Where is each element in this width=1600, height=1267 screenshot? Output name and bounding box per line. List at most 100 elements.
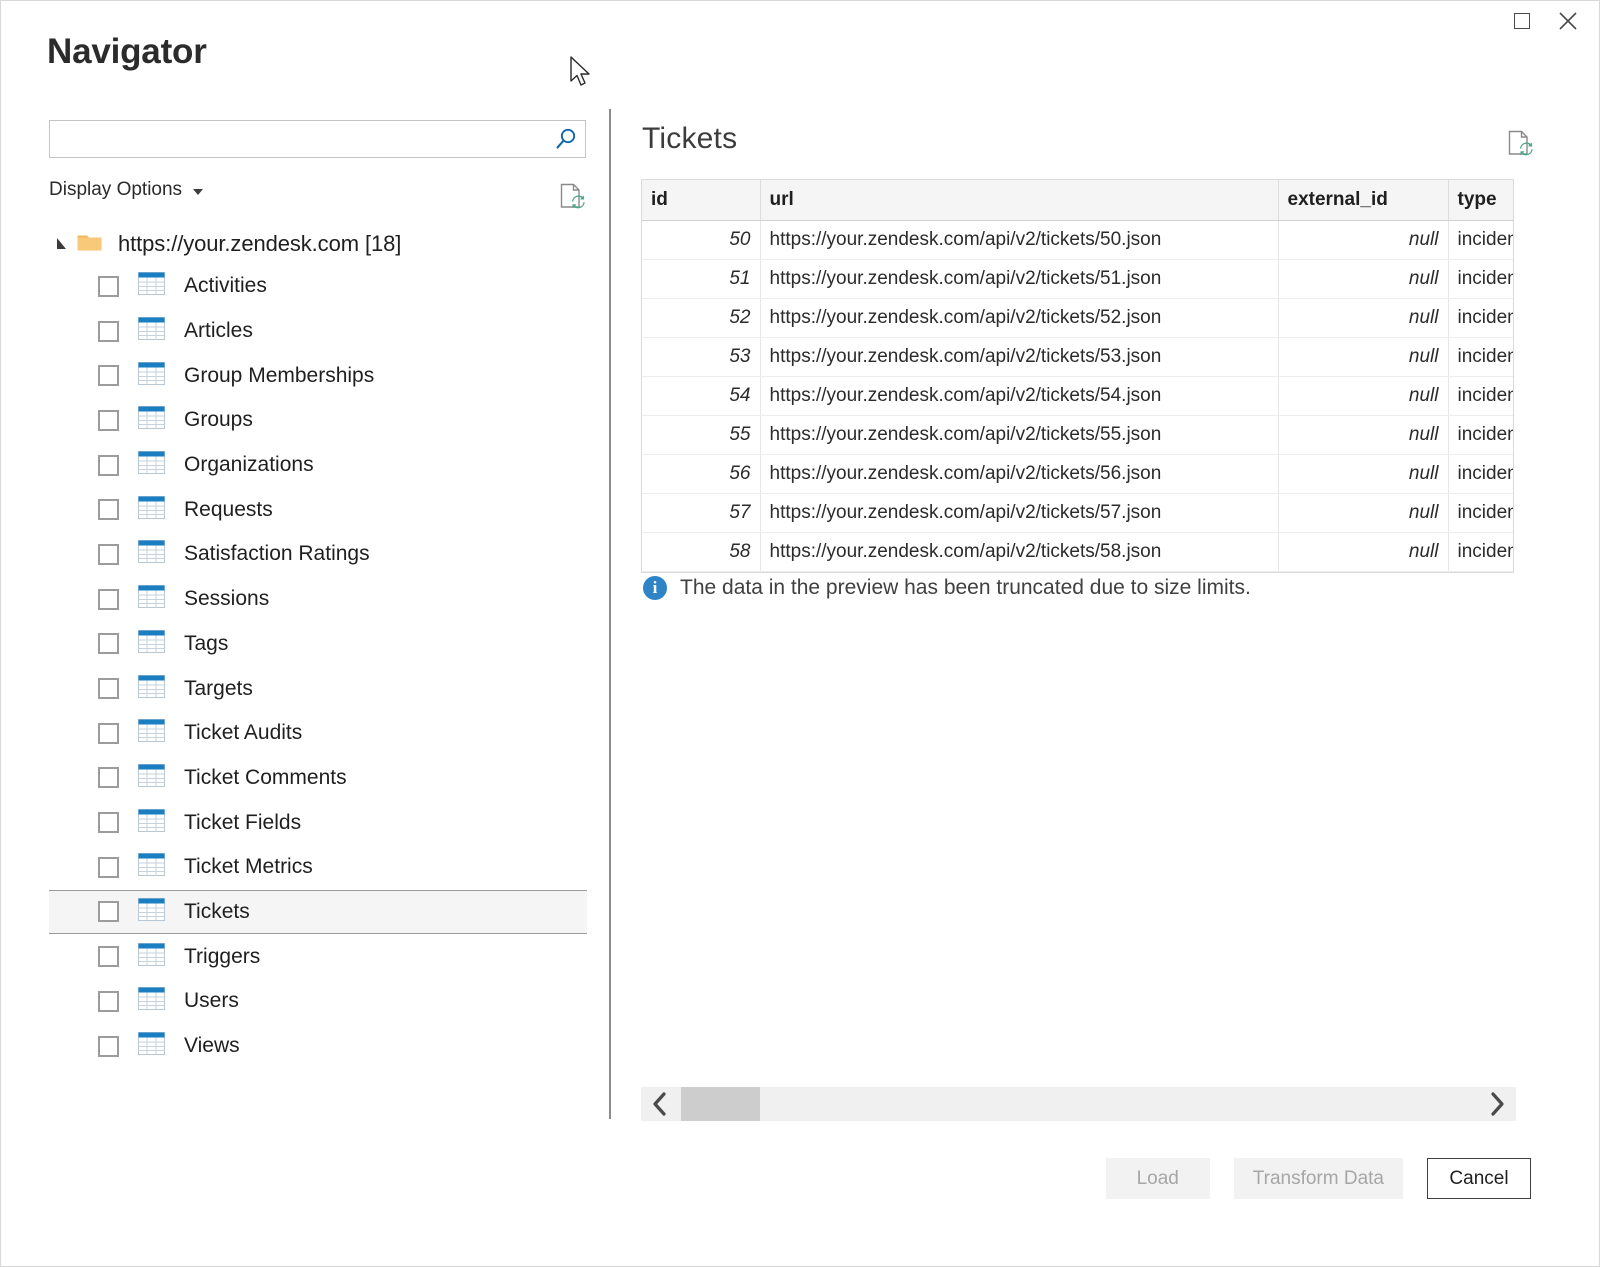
preview-title: Tickets bbox=[642, 122, 737, 156]
tree-item-checkbox[interactable] bbox=[98, 365, 119, 386]
display-options-dropdown[interactable]: Display Options bbox=[49, 179, 203, 201]
table-icon bbox=[138, 809, 165, 837]
table-icon bbox=[138, 719, 165, 747]
scrollbar-thumb[interactable] bbox=[681, 1087, 760, 1121]
tree-item-ticket-fields[interactable]: Ticket Fields bbox=[49, 800, 587, 845]
tree-item-tickets[interactable]: Tickets bbox=[49, 890, 587, 935]
cell-id: 55 bbox=[642, 416, 760, 455]
display-options-row: Display Options bbox=[49, 179, 586, 213]
tree-item-checkbox[interactable] bbox=[98, 276, 119, 297]
tree-item-checkbox[interactable] bbox=[98, 589, 119, 610]
tree-item-requests[interactable]: Requests bbox=[49, 487, 587, 532]
table-icon bbox=[138, 943, 165, 971]
table-row[interactable]: 50https://your.zendesk.com/api/v2/ticket… bbox=[642, 221, 1514, 260]
transform-data-button[interactable]: Transform Data bbox=[1234, 1158, 1403, 1199]
search-icon[interactable] bbox=[547, 121, 585, 157]
column-header-type[interactable]: type bbox=[1448, 180, 1514, 221]
search-input[interactable] bbox=[50, 121, 547, 157]
tree-item-checkbox[interactable] bbox=[98, 857, 119, 878]
table-row[interactable]: 58https://your.zendesk.com/api/v2/ticket… bbox=[642, 533, 1514, 572]
tree-item-triggers[interactable]: Triggers bbox=[49, 934, 587, 979]
column-header-url[interactable]: url bbox=[760, 180, 1278, 221]
cell-external_id: null bbox=[1278, 338, 1448, 377]
window-controls bbox=[1499, 1, 1591, 41]
load-button[interactable]: Load bbox=[1106, 1158, 1210, 1199]
tree-item-sessions[interactable]: Sessions bbox=[49, 577, 587, 622]
source-tree: https://your.zendesk.com [18] Activities… bbox=[49, 224, 587, 1121]
tree-item-checkbox[interactable] bbox=[98, 455, 119, 476]
tree-item-activities[interactable]: Activities bbox=[49, 264, 587, 309]
tree-item-label: Ticket Metrics bbox=[184, 855, 313, 879]
expander-triangle-icon[interactable] bbox=[54, 236, 76, 252]
table-icon bbox=[138, 898, 165, 926]
refresh-document-icon-left[interactable] bbox=[556, 181, 586, 218]
table-row[interactable]: 51https://your.zendesk.com/api/v2/ticket… bbox=[642, 260, 1514, 299]
search-box[interactable] bbox=[49, 120, 586, 158]
cell-url: https://your.zendesk.com/api/v2/tickets/… bbox=[760, 338, 1278, 377]
page-title: Navigator bbox=[47, 32, 207, 72]
chevron-right-icon[interactable] bbox=[1476, 1087, 1516, 1121]
table-row[interactable]: 52https://your.zendesk.com/api/v2/ticket… bbox=[642, 299, 1514, 338]
cell-url: https://your.zendesk.com/api/v2/tickets/… bbox=[760, 299, 1278, 338]
tree-item-label: Satisfaction Ratings bbox=[184, 542, 370, 566]
tree-item-ticket-comments[interactable]: Ticket Comments bbox=[49, 756, 587, 801]
tree-item-targets[interactable]: Targets bbox=[49, 666, 587, 711]
tree-item-label: Users bbox=[184, 989, 239, 1013]
tree-item-label: Activities bbox=[184, 274, 267, 298]
tree-item-checkbox[interactable] bbox=[98, 901, 119, 922]
tree-item-checkbox[interactable] bbox=[98, 544, 119, 565]
tree-item-checkbox[interactable] bbox=[98, 410, 119, 431]
tree-item-checkbox[interactable] bbox=[98, 723, 119, 744]
column-header-external_id[interactable]: external_id bbox=[1278, 180, 1448, 221]
tree-item-checkbox[interactable] bbox=[98, 678, 119, 699]
tree-item-views[interactable]: Views bbox=[49, 1024, 587, 1069]
cell-url: https://your.zendesk.com/api/v2/tickets/… bbox=[760, 416, 1278, 455]
table-row[interactable]: 57https://your.zendesk.com/api/v2/ticket… bbox=[642, 494, 1514, 533]
footer-button-row: Load Transform Data Cancel bbox=[1106, 1158, 1531, 1199]
tree-item-checkbox[interactable] bbox=[98, 1036, 119, 1057]
tree-item-ticket-audits[interactable]: Ticket Audits bbox=[49, 711, 587, 756]
table-icon bbox=[138, 406, 165, 434]
tree-item-articles[interactable]: Articles bbox=[49, 309, 587, 354]
tree-item-checkbox[interactable] bbox=[98, 633, 119, 654]
table-body: 50https://your.zendesk.com/api/v2/ticket… bbox=[642, 221, 1514, 572]
tree-item-tags[interactable]: Tags bbox=[49, 622, 587, 667]
tree-item-groups[interactable]: Groups bbox=[49, 398, 587, 443]
table-row[interactable]: 53https://your.zendesk.com/api/v2/ticket… bbox=[642, 338, 1514, 377]
horizontal-scrollbar[interactable] bbox=[641, 1087, 1516, 1121]
tree-item-group-memberships[interactable]: Group Memberships bbox=[49, 353, 587, 398]
truncation-info-text: The data in the preview has been truncat… bbox=[680, 576, 1251, 600]
tree-item-checkbox[interactable] bbox=[98, 991, 119, 1012]
tree-item-ticket-metrics[interactable]: Ticket Metrics bbox=[49, 845, 587, 890]
cancel-button[interactable]: Cancel bbox=[1427, 1158, 1531, 1199]
tree-item-checkbox[interactable] bbox=[98, 812, 119, 833]
tree-item-satisfaction-ratings[interactable]: Satisfaction Ratings bbox=[49, 532, 587, 577]
cell-url: https://your.zendesk.com/api/v2/tickets/… bbox=[760, 260, 1278, 299]
maximize-button[interactable] bbox=[1499, 4, 1545, 38]
scrollbar-track[interactable] bbox=[681, 1087, 1476, 1121]
column-header-id[interactable]: id bbox=[642, 180, 760, 221]
left-pane: Display Options bbox=[1, 106, 609, 1121]
tree-item-label: Targets bbox=[184, 677, 253, 701]
pane-divider bbox=[609, 109, 611, 1119]
cell-url: https://your.zendesk.com/api/v2/tickets/… bbox=[760, 377, 1278, 416]
tree-item-users[interactable]: Users bbox=[49, 979, 587, 1024]
tree-item-checkbox[interactable] bbox=[98, 946, 119, 967]
table-row[interactable]: 54https://your.zendesk.com/api/v2/ticket… bbox=[642, 377, 1514, 416]
close-button[interactable] bbox=[1545, 4, 1591, 38]
tree-root-node[interactable]: https://your.zendesk.com [18] bbox=[49, 224, 587, 264]
chevron-left-icon[interactable] bbox=[641, 1087, 681, 1121]
tree-item-checkbox[interactable] bbox=[98, 499, 119, 520]
refresh-document-icon-preview[interactable] bbox=[1504, 128, 1534, 165]
tree-item-organizations[interactable]: Organizations bbox=[49, 443, 587, 488]
tree-item-checkbox[interactable] bbox=[98, 767, 119, 788]
tree-item-label: Ticket Audits bbox=[184, 721, 302, 745]
table-row[interactable]: 55https://your.zendesk.com/api/v2/ticket… bbox=[642, 416, 1514, 455]
cell-url: https://your.zendesk.com/api/v2/tickets/… bbox=[760, 455, 1278, 494]
tree-item-label: Ticket Comments bbox=[184, 766, 347, 790]
tree-item-label: Requests bbox=[184, 498, 273, 522]
cell-type: inciden bbox=[1448, 455, 1514, 494]
table-row[interactable]: 56https://your.zendesk.com/api/v2/ticket… bbox=[642, 455, 1514, 494]
tree-item-checkbox[interactable] bbox=[98, 321, 119, 342]
cell-id: 57 bbox=[642, 494, 760, 533]
